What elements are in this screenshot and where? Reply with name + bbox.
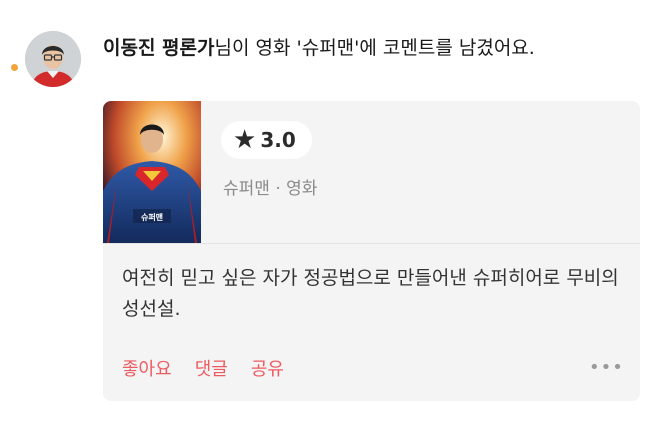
avatar[interactable]	[25, 31, 81, 87]
comment-card[interactable]: 슈퍼맨 ★ 3.0 슈퍼맨 · 영화 여전히 믿고 싶은 자가 정공법으로 만들…	[103, 101, 640, 401]
notification-message: 님이 영화 '슈퍼맨'에 코멘트를 남겼어요.	[214, 37, 535, 59]
avatar-image	[25, 31, 81, 87]
movie-meta[interactable]: 슈퍼맨 · 영화	[223, 174, 317, 199]
like-button[interactable]: 좋아요	[122, 355, 172, 381]
rating-value: 3.0	[260, 128, 296, 152]
movie-poster[interactable]: 슈퍼맨	[103, 101, 201, 243]
poster-image: 슈퍼맨	[103, 101, 201, 243]
reply-button[interactable]: 댓글	[195, 355, 228, 381]
notification-text[interactable]: 이동진 평론가님이 영화 '슈퍼맨'에 코멘트를 남겼어요.	[103, 35, 648, 61]
comment-actions: 좋아요 댓글 공유	[122, 355, 284, 381]
author-name[interactable]: 이동진 평론가	[103, 37, 215, 59]
comment-text[interactable]: 여전히 믿고 싶은 자가 정공법으로 만들어낸 슈퍼히어로 무비의 성선설.	[122, 263, 622, 325]
share-button[interactable]: 공유	[251, 355, 284, 381]
unread-indicator	[11, 64, 18, 71]
star-icon: ★	[233, 125, 257, 155]
card-divider	[103, 243, 640, 244]
rating-badge: ★ 3.0	[221, 121, 312, 159]
poster-title: 슈퍼맨	[141, 212, 163, 222]
more-dots-icon[interactable]: •••	[589, 359, 624, 377]
